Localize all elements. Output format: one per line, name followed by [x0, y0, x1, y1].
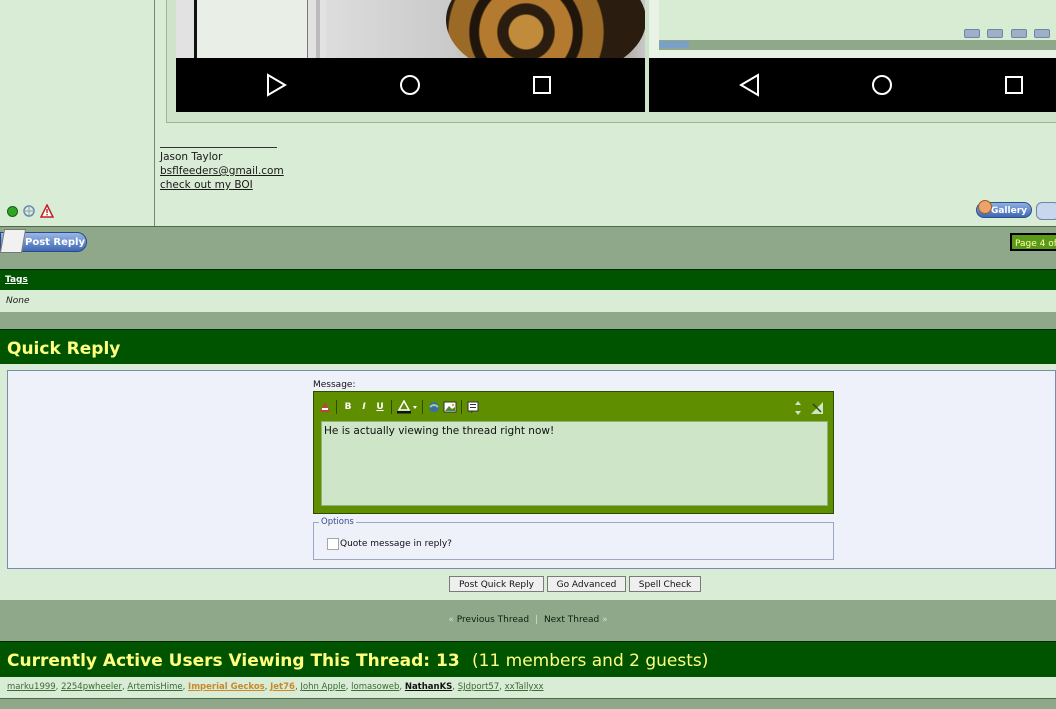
- options-legend: Options: [319, 517, 356, 527]
- next-arrow-icon: »: [602, 615, 608, 625]
- mini-button: [1011, 29, 1027, 38]
- quote-message-checkbox[interactable]: [327, 538, 339, 550]
- active-users-header: Currently Active Users Viewing This Thre…: [0, 641, 1056, 678]
- back-icon: [739, 73, 759, 97]
- mini-strip: [659, 40, 1056, 50]
- post-reply-icon: [0, 229, 27, 253]
- image-frame-edge: [316, 0, 320, 58]
- report-post-icon[interactable]: [40, 204, 54, 218]
- resize-handle-icon[interactable]: [794, 400, 802, 416]
- user-link[interactable]: ArtemisHime: [127, 682, 182, 692]
- signature-divider: [160, 147, 277, 148]
- user-link[interactable]: marku1999: [7, 682, 56, 692]
- nav-separator: |: [535, 615, 539, 625]
- active-users-title: Currently Active Users Viewing This Thre…: [7, 651, 460, 671]
- quick-reply-header: Quick Reply: [0, 330, 1056, 364]
- signature-name: Jason Taylor: [160, 151, 223, 163]
- mini-button: [1034, 29, 1050, 38]
- tags-body: None: [0, 290, 1056, 312]
- user-link[interactable]: SJdport57: [458, 682, 500, 692]
- signature-email[interactable]: bsflfeeders@gmail.com: [160, 165, 284, 177]
- user-link[interactable]: xxTallyxx: [505, 682, 544, 692]
- message-label: Message:: [313, 380, 356, 390]
- user-link[interactable]: Jet76: [270, 682, 295, 692]
- recents-icon: [533, 76, 551, 94]
- insert-link-icon[interactable]: [427, 400, 441, 414]
- thread-navigation: « Previous Thread | Next Thread »: [0, 615, 1056, 625]
- user-link[interactable]: John Apple: [300, 682, 345, 692]
- back-icon: [267, 73, 287, 97]
- previous-arrow-icon: «: [448, 615, 454, 625]
- bold-icon[interactable]: B: [341, 400, 355, 414]
- message-textarea[interactable]: He is actually viewing the thread right …: [321, 421, 828, 506]
- online-status-icon: [7, 205, 18, 217]
- reputation-icon[interactable]: [22, 204, 36, 218]
- post-reply-strip: [0, 227, 1056, 267]
- android-nav-icons-1: [267, 73, 551, 97]
- editor-toolbar: B I U: [318, 396, 829, 418]
- quote-message-label[interactable]: Quote message in reply?: [340, 539, 452, 549]
- text-color-icon[interactable]: [396, 400, 418, 414]
- active-users-list: marku1999, 2254pwheeler, ArtemisHime, Im…: [7, 682, 544, 692]
- go-advanced-button[interactable]: Go Advanced: [547, 576, 626, 592]
- signature-boi-link[interactable]: check out my BOI: [160, 179, 253, 191]
- toolbar-separator: [336, 400, 337, 414]
- image-frame: [194, 0, 308, 58]
- tags-header: Tags: [0, 269, 1056, 290]
- user-link[interactable]: lomasoweb: [351, 682, 399, 692]
- user-link[interactable]: 2254pwheeler: [61, 682, 122, 692]
- tags-value: None: [6, 296, 30, 306]
- home-icon: [872, 75, 892, 95]
- mini-button: [987, 29, 1003, 38]
- android-nav-icons-2: [739, 73, 1023, 97]
- toolbar-separator: [461, 400, 462, 414]
- gallery-user-icon: [978, 200, 992, 214]
- edit-post-icon[interactable]: [1036, 202, 1056, 220]
- switch-editor-mode-icon[interactable]: [810, 401, 824, 415]
- post-quick-reply-button[interactable]: Post Quick Reply: [449, 576, 544, 592]
- active-users-summary: (11 members and 2 guests): [472, 651, 709, 671]
- tags-title[interactable]: Tags: [5, 275, 28, 285]
- home-icon: [400, 75, 420, 95]
- italic-icon[interactable]: I: [357, 400, 371, 414]
- quote-icon[interactable]: [466, 400, 480, 414]
- page-indicator[interactable]: Page 4 of: [1010, 233, 1056, 251]
- signature-email-link[interactable]: bsflfeeders@gmail.com: [160, 165, 284, 177]
- post-status-icons: [7, 204, 54, 218]
- toolbar-separator: [391, 400, 392, 414]
- previous-thread-link[interactable]: Previous Thread: [457, 615, 529, 625]
- remove-format-icon[interactable]: [318, 400, 332, 414]
- mini-post-reply: [659, 41, 689, 48]
- next-thread-link[interactable]: Next Thread: [544, 615, 599, 625]
- user-link[interactable]: Imperial Geckos: [188, 682, 265, 692]
- mini-button: [964, 29, 980, 38]
- toolbar-separator: [422, 400, 423, 414]
- signature-link[interactable]: check out my BOI: [160, 179, 253, 191]
- quick-reply-title: Quick Reply: [7, 339, 121, 359]
- spell-check-button[interactable]: Spell Check: [629, 576, 701, 592]
- insert-image-icon[interactable]: [443, 400, 457, 414]
- user-link[interactable]: NathanKS: [405, 682, 452, 692]
- post-user-column: [0, 0, 155, 226]
- recents-icon: [1005, 76, 1023, 94]
- underline-icon[interactable]: U: [373, 400, 387, 414]
